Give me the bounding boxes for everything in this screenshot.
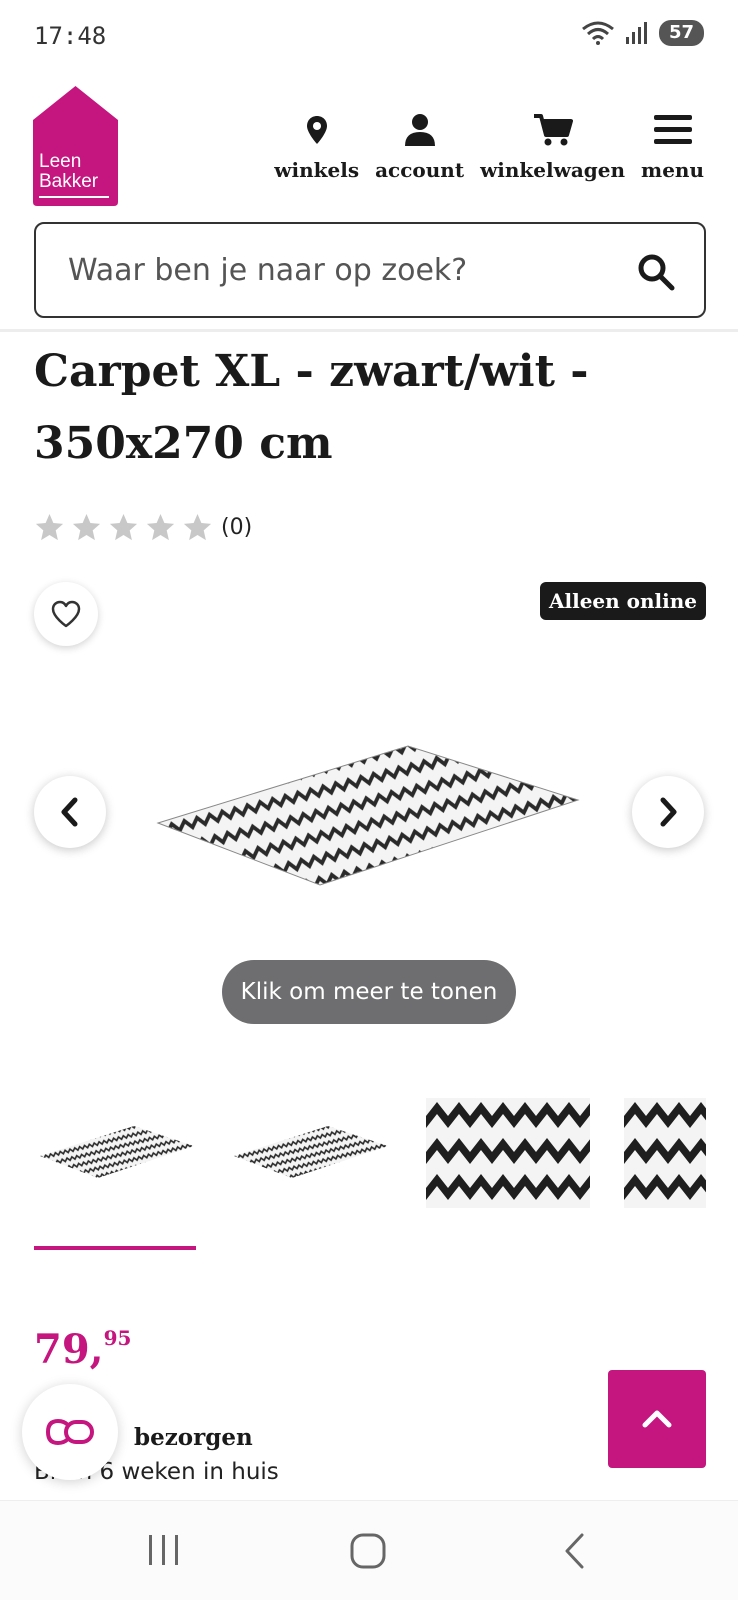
chevron-right-icon (660, 797, 677, 827)
thumbnail-4[interactable] (624, 1098, 706, 1208)
hamburger-icon (653, 115, 692, 144)
thumbnail-2[interactable] (228, 1098, 390, 1208)
nav-label: account (375, 158, 465, 182)
thumbnail-1[interactable] (34, 1098, 196, 1208)
show-more-button[interactable]: Klik om meer te tonen (222, 960, 516, 1024)
star-icon (146, 513, 175, 541)
logo-underline (39, 196, 109, 198)
status-bar: 17:48 57 (0, 0, 738, 72)
search-input[interactable] (36, 252, 596, 288)
gallery-next-button[interactable] (632, 776, 704, 848)
nav-winkelwagen[interactable]: winkelwagen (480, 108, 625, 182)
recent-apps-icon[interactable] (146, 1533, 182, 1567)
gallery-prev-button[interactable] (34, 776, 106, 848)
back-icon[interactable] (562, 1533, 588, 1569)
battery-icon: 57 (658, 20, 704, 46)
nav-winkels[interactable]: winkels (274, 108, 359, 182)
product-gallery (0, 680, 738, 940)
search-icon[interactable] (636, 252, 676, 292)
product-price: 79,95 (34, 1326, 131, 1373)
status-icons: 57 (581, 20, 704, 46)
system-navigation-bar (0, 1500, 738, 1600)
nav-label: winkels (274, 158, 360, 182)
signal-icon (625, 22, 647, 44)
thumbnail-strip (0, 1098, 738, 1258)
nav-label: winkelwagen (480, 158, 626, 182)
wifi-icon (582, 21, 614, 45)
online-only-badge: Alleen online (539, 582, 706, 620)
search-bar (34, 222, 706, 318)
location-pin-icon (306, 116, 327, 144)
rating[interactable]: (0) (34, 512, 252, 543)
back-to-top-button[interactable] (608, 1370, 706, 1468)
thumbnail-3[interactable] (426, 1098, 590, 1208)
header-nav: winkels account winkelwagen menu (274, 108, 704, 182)
leen-bakker-logo[interactable]: Leen Bakker (33, 86, 118, 206)
rating-count: (0) (221, 515, 253, 540)
home-icon[interactable] (350, 1533, 386, 1569)
price-integer: 79, (34, 1326, 104, 1373)
nav-account[interactable]: account (375, 108, 464, 182)
product-image[interactable] (150, 710, 590, 890)
nav-menu[interactable]: menu (641, 108, 704, 182)
star-icon (183, 513, 212, 541)
chevron-left-icon (61, 797, 78, 827)
logo-text: Leen Bakker (39, 151, 99, 192)
star-icon (109, 513, 138, 541)
status-time: 17:48 (34, 22, 107, 50)
product-title: Carpet XL - zwart/wit - 350x270 cm (34, 346, 589, 469)
chevron-up-icon (642, 1410, 672, 1428)
site-header: Leen Bakker winkels account winkelwagen … (0, 72, 738, 332)
price-decimals: 95 (103, 1326, 132, 1350)
nav-label: menu (641, 158, 704, 182)
star-icon (72, 513, 101, 541)
favorite-button[interactable] (34, 582, 98, 646)
cart-icon (533, 114, 573, 146)
star-icon (35, 513, 64, 541)
chat-button[interactable] (22, 1384, 118, 1480)
thumbnail-active-indicator (34, 1246, 196, 1250)
user-icon (404, 114, 435, 146)
chat-icon (45, 1418, 94, 1446)
heart-icon (51, 600, 81, 628)
